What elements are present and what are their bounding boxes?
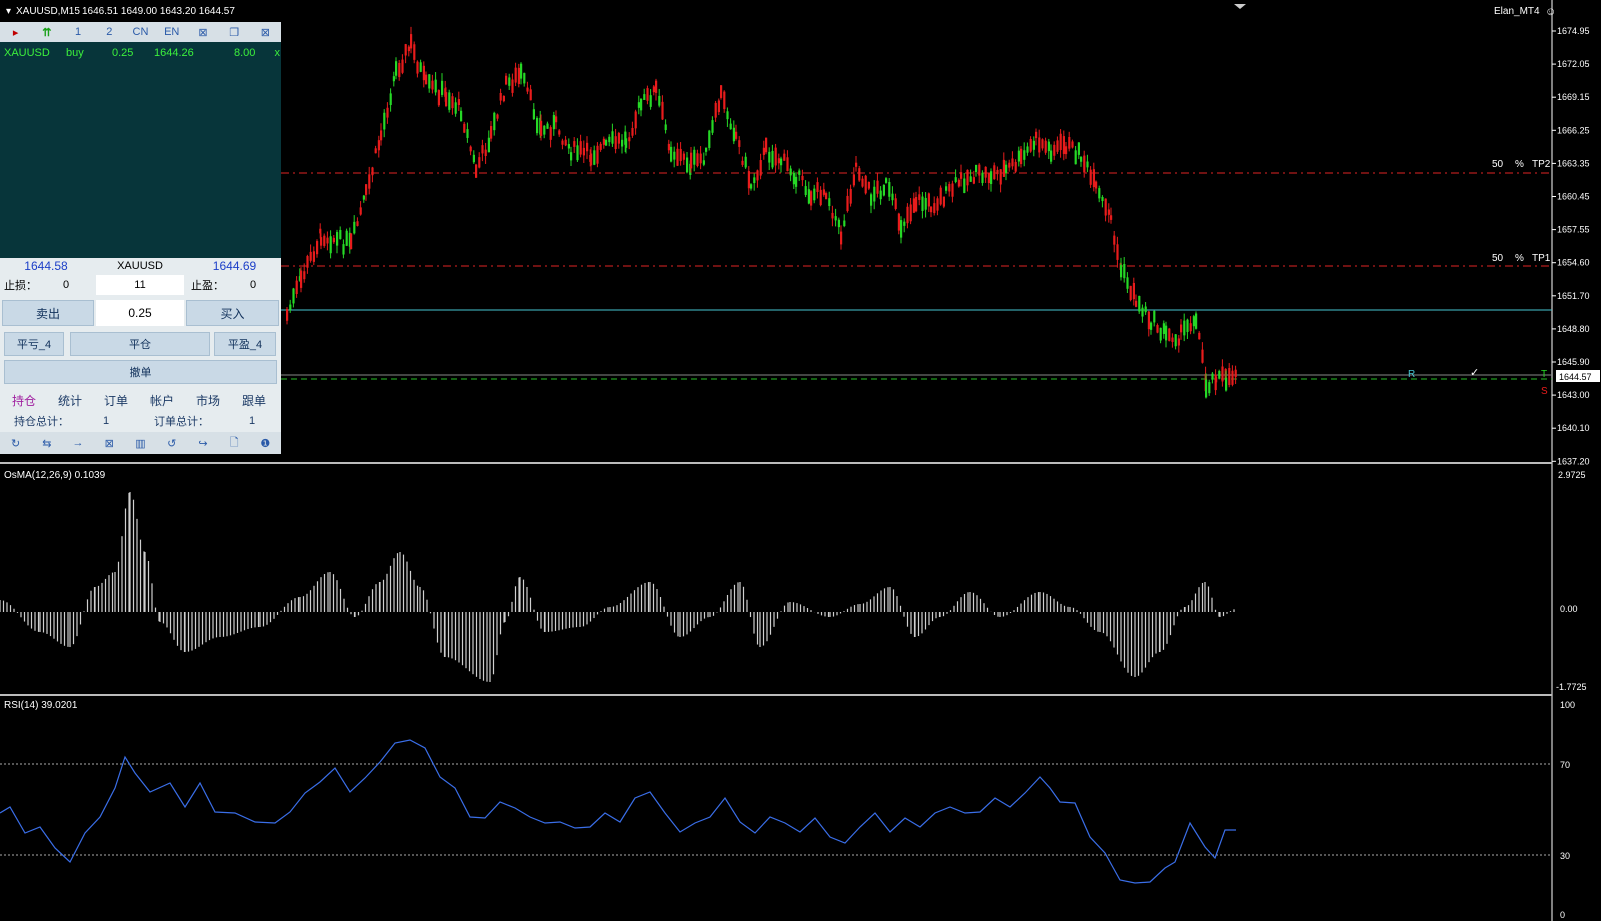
svg-text:1672.05: 1672.05 [1557,59,1590,69]
close-loss-button[interactable]: 平亏_4 [4,332,64,356]
order-symbol: XAUUSD [4,47,50,59]
toolbar-2-button[interactable]: 2 [94,26,125,38]
restore-icon[interactable]: ❐ [219,26,250,39]
svg-text:1666.25: 1666.25 [1557,125,1590,135]
close-panel-icon[interactable]: ⊠ [250,26,281,39]
check-icon: ✓ [1470,367,1479,379]
svg-text:1674.95: 1674.95 [1557,26,1590,36]
tp1-percent: 50 [1492,253,1504,264]
tab-orders[interactable]: 订单 [104,392,128,409]
account-name: Elan_MT4 [1494,6,1540,17]
tp2-label: TP2 [1532,159,1551,170]
svg-text:1651.70: 1651.70 [1557,291,1590,301]
stoploss-label: 止损： [4,280,37,292]
rsi-axis-70: 70 [1560,760,1570,770]
chart-menu-icon[interactable]: ▾ [6,6,11,17]
orders-total: 1 [248,415,256,427]
marker-t: T [1541,369,1547,380]
close-profit-button[interactable]: 平盈_4 [214,332,276,356]
minimize-icon[interactable]: ⊠ [187,26,218,39]
marker-s: S [1541,386,1548,397]
svg-text:1657.55: 1657.55 [1557,225,1590,235]
tab-positions[interactable]: 持仓 [12,392,36,409]
ohlc-values: 1646.51 1649.00 1643.20 1644.57 [82,6,235,17]
svg-text:1645.90: 1645.90 [1557,357,1590,367]
rsi-axis-100: 100 [1560,700,1575,710]
svg-text:1643.00: 1643.00 [1557,390,1590,400]
lots-input[interactable]: 0.25 [96,300,184,326]
osma-axis-max: 2.9725 [1558,470,1586,480]
rsi-line [0,739,1236,884]
stoploss-input[interactable]: 0 [44,275,88,295]
order-row[interactable]: XAUUSD buy 0.25 1644.26 8.00 x [0,42,281,64]
lang-cn-button[interactable]: CN [125,26,156,38]
close-box-icon[interactable]: ⊠ [94,437,125,450]
open-orders-list: XAUUSD buy 0.25 1644.26 8.00 x [0,42,281,258]
svg-text:1648.80: 1648.80 [1557,324,1590,334]
trade-panel: ▸ ⇈ 1 2 CN EN ⊠ ❐ ⊠ XAUUSD buy 0.25 1644… [0,22,281,454]
positions-total: 1 [102,415,110,427]
lang-en-button[interactable]: EN [156,26,187,38]
osma-histogram [0,492,1235,682]
svg-text:1654.60: 1654.60 [1557,258,1590,268]
expand-icon[interactable]: ▸ [0,26,31,39]
toolbar-1-button[interactable]: 1 [62,26,93,38]
takeprofit-label: 止盈： [191,280,224,292]
svg-text:1669.15: 1669.15 [1557,92,1590,102]
order-side: buy [66,47,84,59]
rsi-label: RSI(14) 39.0201 [4,700,78,711]
takeprofit-input[interactable]: 0 [228,275,278,295]
panel-symbol: XAUUSD [117,260,163,272]
tp1-unit: % [1515,253,1524,264]
trash-icon[interactable]: ▥ [125,437,156,450]
svg-text:1637.20: 1637.20 [1557,456,1590,466]
order-price: 1644.26 [154,47,194,59]
double-up-icon[interactable]: ⇈ [31,26,62,39]
tab-copy-trade[interactable]: 跟单 [242,392,266,409]
panel-toolbar: ▸ ⇈ 1 2 CN EN ⊠ ❐ ⊠ [0,22,281,42]
cancel-orders-button[interactable]: 撤单 [4,360,277,384]
arrow-right-icon[interactable]: → [62,437,93,449]
panel-bottom-toolbar: ↻ ⇆ → ⊠ ▥ ↺ ↪ 🗋 ❶ [0,432,281,454]
close-all-button[interactable]: 平仓 [70,332,210,356]
tab-market[interactable]: 市场 [196,392,220,409]
osma-axis-zero: 0.00 [1560,604,1578,614]
osma-label: OsMA(12,26,9) 0.1039 [4,470,106,481]
swap-icon[interactable]: ⇆ [31,437,62,450]
symbol-timeframe: XAUUSD,M15 [16,6,80,17]
order-close-button[interactable]: x [268,47,281,59]
rsi-axis-30: 30 [1560,851,1570,861]
tp1-label: TP1 [1532,253,1551,264]
orders-total-label: 订单总计： [154,416,209,428]
current-price: 1644.57 [1559,372,1592,382]
svg-text:1663.35: 1663.35 [1557,158,1590,168]
redirect-icon[interactable]: ↪ [187,437,218,450]
buy-button[interactable]: 买入 [186,300,279,326]
tp2-unit: % [1515,159,1524,170]
tab-statistics[interactable]: 统计 [58,392,82,409]
tp2-percent: 50 [1492,159,1504,170]
bid-price: 1644.58 [24,259,68,273]
svg-text:1640.10: 1640.10 [1557,423,1590,433]
marker-r: R [1408,369,1415,380]
info-icon[interactable]: ❶ [250,437,281,450]
price-axis: 1674.95 1672.05 1669.15 1666.25 1663.35 1660.… [1552,26,1590,466]
osma-axis-min: -1.7725 [1556,682,1587,692]
tab-account[interactable]: 帐户 [150,392,174,409]
ask-price: 1644.69 [212,259,257,273]
sell-button[interactable]: 卖出 [2,300,94,326]
refresh-icon[interactable]: ↻ [0,437,31,450]
candlesticks [286,26,1237,399]
smiley-icon: ☺ [1545,6,1556,18]
document-icon[interactable]: 🗋 [219,434,250,453]
svg-text:1660.45: 1660.45 [1557,192,1590,202]
order-profit: 8.00 [234,47,256,59]
rsi-axis-0: 0 [1560,910,1565,920]
order-lots: 0.25 [112,47,134,59]
spread-value: 11 [96,275,184,295]
undo-icon[interactable]: ↺ [156,437,187,450]
positions-total-label: 持仓总计： [14,416,69,428]
